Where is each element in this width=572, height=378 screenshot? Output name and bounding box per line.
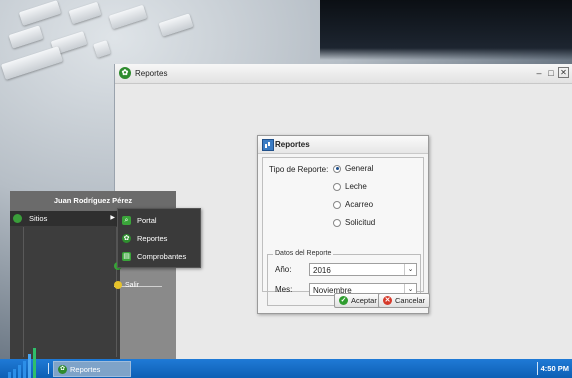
cancelar-label: Cancelar [395,296,426,305]
signal-bar [8,372,11,378]
radio-acarreo[interactable]: Acarreo [333,200,373,209]
radio-dot[interactable] [333,218,341,227]
reportes-dialog: Reportes Tipo de Reporte: General Leche … [257,135,431,314]
radio-label: Leche [345,182,367,191]
anio-select[interactable]: 2016 ⌄ [309,263,417,276]
check-circle-icon: ✓ [339,296,348,305]
leaf-icon: ✿ [122,233,131,243]
minimize-button[interactable]: – [534,68,544,78]
leaf-icon [13,214,22,223]
radio-leche[interactable]: Leche [333,182,367,191]
leaf-icon: ✿ [119,67,131,79]
cancelar-button[interactable]: ✕ Cancelar [378,293,431,308]
signal-bar [28,354,31,378]
signal-bar [23,361,26,378]
signal-bar [33,348,36,378]
tipo-reporte-label: Tipo de Reporte: [269,165,329,174]
chart-icon [262,139,274,151]
radio-label: Acarreo [345,200,374,209]
mes-label: Mes: [275,285,293,294]
aceptar-label: Aceptar [351,296,377,305]
radio-dot[interactable] [333,182,341,191]
window-controls: – □ ✕ [534,67,569,78]
desktop-dark-area [320,0,572,60]
key-icon [114,281,122,289]
keyboard-key [18,0,62,26]
group-title: Datos del Reporte [273,250,334,257]
taskbar-app-label: Reportes [70,364,101,374]
salir-label: Salir [125,281,140,289]
start-button[interactable] [4,341,42,378]
x-circle-icon: ✕ [383,296,392,305]
anio-value: 2016 [313,266,331,275]
keyboard-key [0,46,64,80]
radio-label: General [345,164,374,173]
submenu-item-portal[interactable]: ⌕ Portal [118,211,200,229]
clock-separator [537,362,538,375]
sitios-label: Sitios [29,214,48,223]
taskbar-separator [48,363,49,374]
portal-label: Portal [137,215,157,225]
leaf-icon: ✿ [58,364,67,374]
dialog-title: Reportes [275,140,310,149]
signal-bar [13,369,16,378]
radio-solicitud[interactable]: Solicitud [333,218,375,227]
signal-bar [18,365,21,378]
search-icon: ⌕ [122,215,131,225]
keyboard-key [93,40,111,58]
taskbar-clock: 4:50 PM [540,364,569,373]
dialog-titlebar[interactable]: Reportes [258,136,428,154]
dialog-body: Tipo de Reporte: General Leche Acarreo S… [262,157,424,306]
sitios-submenu: ⌕ Portal ✿ Reportes ▤ Comprobantes [117,208,201,268]
aceptar-button[interactable]: ✓ Aceptar [334,293,382,308]
submenu-item-comprobantes[interactable]: ▤ Comprobantes [118,247,200,265]
keyboard-key [8,25,44,49]
maximize-button[interactable]: □ [546,68,556,78]
anio-label: Año: [275,265,292,274]
comprobantes-label: Comprobantes [137,251,187,261]
radio-dot-selected[interactable] [333,164,341,173]
radio-general[interactable]: General [333,164,373,173]
keyboard-key [158,13,194,37]
menu-item-sitios[interactable]: Sitios ▶ [10,211,120,226]
taskbar-app-reportes[interactable]: ✿ Reportes [53,361,131,377]
reportes-label: Reportes [137,233,168,243]
main-window-titlebar[interactable]: ✿ Reportes – □ ✕ [115,64,572,84]
chevron-down-icon[interactable]: ⌄ [404,264,416,275]
keyboard-key [68,1,102,25]
document-icon: ▤ [122,251,131,261]
keyboard-key [108,4,148,30]
menu-divider-lines [23,227,117,357]
close-button[interactable]: ✕ [558,67,569,78]
chevron-right-icon: ▶ [110,215,115,221]
menu-item-salir[interactable]: Salir [114,281,139,289]
radio-dot[interactable] [333,200,341,209]
radio-label: Solicitud [345,218,376,227]
submenu-item-reportes[interactable]: ✿ Reportes [118,229,200,247]
main-window-title: Reportes [135,69,168,78]
